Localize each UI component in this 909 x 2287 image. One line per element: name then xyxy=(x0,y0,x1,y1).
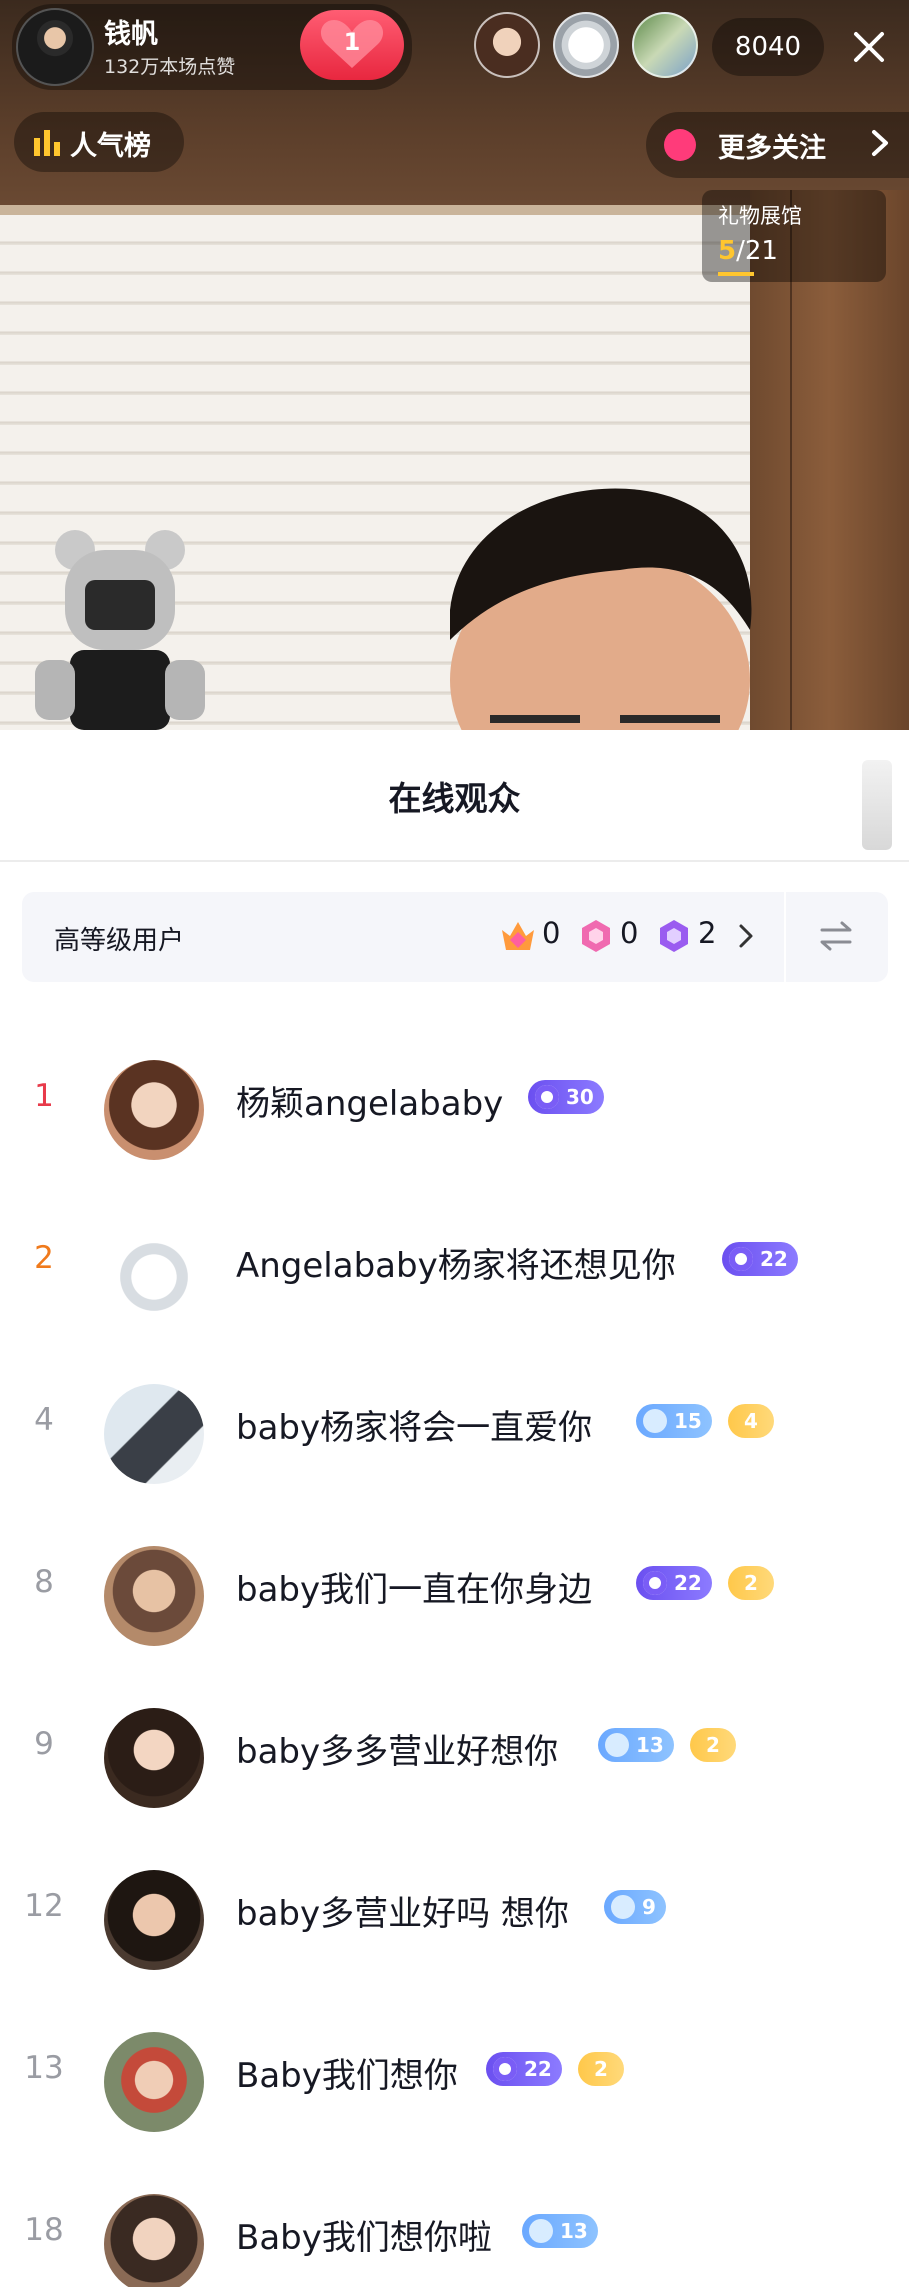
high-level-users-label: 高等级用户 xyxy=(54,926,185,956)
audience-rank: 8 xyxy=(34,1564,54,1600)
sheet-title: 在线观众 xyxy=(388,779,521,818)
chevron-right-icon xyxy=(739,924,753,948)
more-follow-label: 更多关注 xyxy=(718,133,826,164)
divider xyxy=(784,892,786,982)
gem-icon xyxy=(535,1085,559,1109)
gift-hall-current: 5 xyxy=(718,236,737,266)
audience-name: Baby我们想你 xyxy=(236,2056,458,2096)
gem-icon xyxy=(493,2057,517,2081)
popularity-rank-label: 人气榜 xyxy=(70,131,151,162)
audience-row[interactable]: 18 Baby我们想你啦 13 xyxy=(0,2164,909,2287)
fan-badge: 2 xyxy=(728,1566,774,1600)
audience-row[interactable]: 4 baby杨家将会一直爱你 15 4 xyxy=(0,1354,909,1516)
host-avatar[interactable] xyxy=(16,8,94,86)
level-badge: 22 xyxy=(722,1242,798,1276)
viewer-avatar[interactable] xyxy=(553,12,619,78)
avatar[interactable] xyxy=(104,1870,204,1970)
avatar[interactable] xyxy=(104,1384,204,1484)
viewer-avatar[interactable] xyxy=(632,12,698,78)
level-badge: 9 xyxy=(604,1890,666,1924)
fan-badge: 2 xyxy=(690,1728,736,1762)
level-badge: 22 xyxy=(486,2052,562,2086)
gift-hall-total: /21 xyxy=(736,236,778,266)
gift-hall-label: 礼物展馆 xyxy=(718,204,802,228)
tier-count: 0 xyxy=(620,916,639,950)
like-count: 1 xyxy=(343,28,361,56)
level-badge: 13 xyxy=(598,1728,674,1762)
audience-rank: 2 xyxy=(34,1240,54,1276)
viewer-count[interactable]: 8040 xyxy=(712,18,824,76)
audience-name: Angelababy杨家将还想见你 xyxy=(236,1246,676,1286)
live-dot-icon xyxy=(664,129,696,161)
audience-rank: 12 xyxy=(24,1888,64,1924)
audience-row[interactable]: 9 baby多多营业好想你 13 2 xyxy=(0,1678,909,1840)
audience-name: baby我们一直在你身边 xyxy=(236,1570,593,1610)
bar-chart-icon xyxy=(34,130,60,156)
audience-name: baby多多营业好想你 xyxy=(236,1732,559,1772)
audience-name: 杨颖angelababy xyxy=(236,1084,504,1124)
chevron-right-icon xyxy=(872,130,888,156)
swap-icon[interactable] xyxy=(818,920,854,952)
online-audience-sheet: 在线观众 高等级用户 0 0 2 1 杨颖angelababy 30 2 Ang… xyxy=(0,730,909,2287)
host-person xyxy=(450,488,752,730)
audience-row[interactable]: 8 baby我们一直在你身边 22 2 xyxy=(0,1516,909,1678)
audience-rank: 18 xyxy=(24,2212,64,2248)
audience-rank: 1 xyxy=(34,1078,54,1114)
purple-gem-icon xyxy=(660,920,688,952)
gem-icon xyxy=(529,2219,553,2243)
gem-icon xyxy=(643,1409,667,1433)
scroll-indicator[interactable] xyxy=(862,760,892,850)
avatar[interactable] xyxy=(104,1060,204,1160)
live-video[interactable]: 钱帆 132万本场点赞 1 8040 人气榜 更多关注 礼物展馆 5/21 xyxy=(0,0,909,730)
fan-badge: 4 xyxy=(728,1404,774,1438)
audience-rank: 9 xyxy=(34,1726,54,1762)
gem-icon xyxy=(605,1733,629,1757)
audience-row[interactable]: 1 杨颖angelababy 30 xyxy=(0,1030,909,1192)
audience-row[interactable]: 2 Angelababy杨家将还想见你 22 xyxy=(0,1192,909,1354)
audience-name: Baby我们想你啦 xyxy=(236,2218,492,2258)
avatar[interactable] xyxy=(104,1222,204,1322)
audience-rank: 4 xyxy=(34,1402,54,1438)
crown-gem-icon xyxy=(502,922,534,950)
audience-row[interactable]: 12 baby多营业好吗 想你 9 xyxy=(0,1840,909,2002)
host-likes: 132万本场点赞 xyxy=(104,56,236,78)
avatar[interactable] xyxy=(104,1546,204,1646)
bearbrick-figure xyxy=(35,530,205,730)
level-badge: 15 xyxy=(636,1404,712,1438)
audience-row[interactable]: 13 Baby我们想你 22 2 xyxy=(0,2002,909,2164)
gem-icon xyxy=(611,1895,635,1919)
gift-hall-progress: 5/21 xyxy=(718,236,778,266)
avatar[interactable] xyxy=(104,2194,204,2287)
avatar[interactable] xyxy=(104,2032,204,2132)
audience-rank: 13 xyxy=(24,2050,64,2086)
audience-name: baby杨家将会一直爱你 xyxy=(236,1408,593,1448)
level-badge: 30 xyxy=(528,1080,604,1114)
gift-hall-progress-bar xyxy=(718,272,754,276)
viewer-avatar[interactable] xyxy=(474,12,540,78)
tier-count: 2 xyxy=(698,916,717,950)
pink-gem-icon xyxy=(582,920,610,952)
close-icon[interactable] xyxy=(840,18,898,76)
fan-badge: 2 xyxy=(578,2052,624,2086)
level-badge: 22 xyxy=(636,1566,712,1600)
gem-icon xyxy=(643,1571,667,1595)
divider xyxy=(0,860,909,862)
gem-icon xyxy=(729,1247,753,1271)
audience-name: baby多营业好吗 想你 xyxy=(236,1894,569,1934)
host-name: 钱帆 xyxy=(104,19,158,50)
avatar[interactable] xyxy=(104,1708,204,1808)
tier-count: 0 xyxy=(542,916,561,950)
level-badge: 13 xyxy=(522,2214,598,2248)
